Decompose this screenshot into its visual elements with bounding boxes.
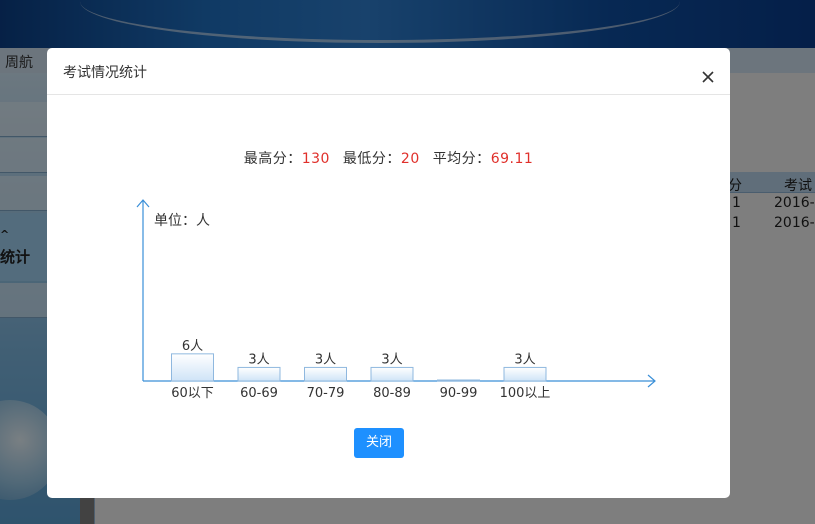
unit-label: 单位：人 [154,213,210,229]
bar-value-label: 3人 [248,352,269,367]
bar-value-label: 3人 [381,352,402,367]
x-tick-label: 90-99 [440,386,478,401]
exam-stats-dialog: 考试情况统计 最高分：130 最低分：20 平均分：69.11 单位：人 6人 6… [47,48,730,498]
bar [437,379,480,382]
bar [171,353,214,382]
bar [370,366,414,382]
x-tick-label: 100以上 [500,386,551,401]
x-tick-label: 60-69 [240,386,278,401]
score-distribution-chart: 单位：人 6人 60以下 3人 60-69 3人 70-79 3人 80-89 90-99 3人 1… [136,199,656,401]
bar-value-label: 3人 [514,352,535,367]
bar-value-label: 6人 [182,339,203,354]
x-tick-label: 80-89 [373,386,411,401]
bar-value-label: 3人 [315,352,336,367]
x-tick-label: 60以下 [171,386,214,401]
close-button[interactable]: 关闭 [354,428,404,458]
x-tick-label: 70-79 [307,386,345,401]
bar [237,366,281,382]
bar [304,366,347,382]
bar [503,366,547,382]
